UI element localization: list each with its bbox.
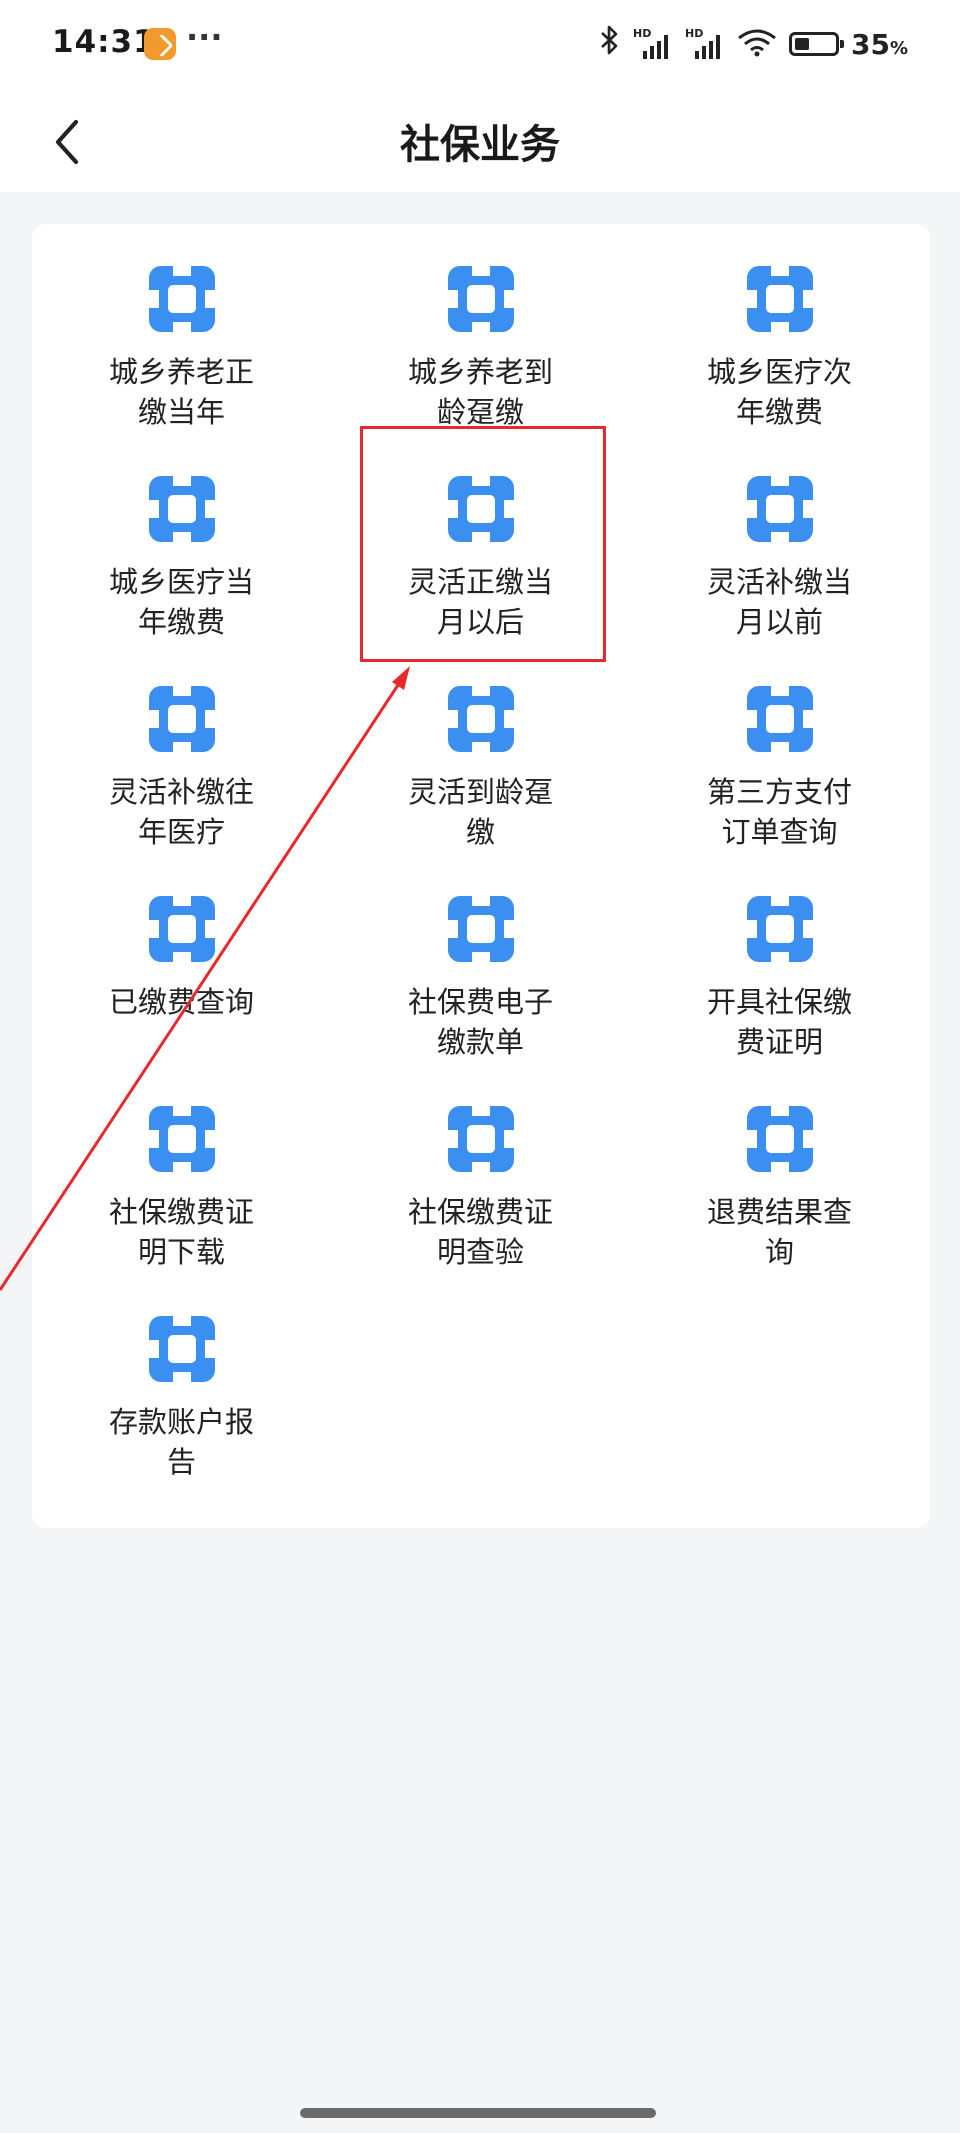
service-item-label: 社保缴费证明下载 xyxy=(108,1195,254,1269)
battery-unit: % xyxy=(889,37,908,59)
service-cross-icon xyxy=(148,884,215,966)
service-cross-icon xyxy=(746,1094,813,1176)
service-cross-icon xyxy=(447,1094,514,1176)
service-item-label: 城乡医疗次年缴费 xyxy=(706,355,852,429)
service-item[interactable]: 社保缴费证明下载 xyxy=(32,1094,331,1304)
service-item[interactable]: 退费结果查询 xyxy=(630,1094,929,1304)
service-cross-icon xyxy=(746,464,813,546)
service-cross-icon xyxy=(447,884,514,966)
service-item-label: 城乡养老到龄趸缴 xyxy=(407,355,553,429)
battery-percent: 35% xyxy=(851,28,908,61)
service-item[interactable]: 城乡医疗次年缴费 xyxy=(630,254,929,464)
service-cross-icon xyxy=(746,674,813,756)
services-card: 城乡养老正缴当年 城乡养老到龄趸缴 城乡医疗次年缴费 城乡医疗当年缴费 灵活正缴当月以后… xyxy=(32,224,930,1528)
service-item-label: 灵活补缴当月以前 xyxy=(706,565,852,639)
service-cross-icon xyxy=(746,884,813,966)
service-cross-icon xyxy=(148,674,215,756)
status-time: 14:31 xyxy=(52,24,156,60)
service-cross-icon xyxy=(148,254,215,336)
more-dots-icon: ··· xyxy=(186,18,223,56)
service-item[interactable]: 灵活补缴当月以前 xyxy=(630,464,929,674)
highlight-box xyxy=(360,426,606,662)
service-item-label: 灵活到龄趸缴 xyxy=(407,775,553,849)
service-item[interactable]: 已缴费查询 xyxy=(32,884,331,1094)
wifi-icon xyxy=(737,27,777,61)
battery-icon xyxy=(788,32,844,56)
service-item-label: 社保缴费证明查验 xyxy=(407,1195,553,1269)
service-cross-icon xyxy=(447,674,514,756)
service-item-label: 灵活补缴往年医疗 xyxy=(108,775,254,849)
service-item[interactable]: 开具社保缴费证明 xyxy=(630,884,929,1094)
service-item[interactable]: 社保缴费证明查验 xyxy=(331,1094,630,1304)
nav-header: 社保业务 xyxy=(0,90,960,192)
service-item[interactable]: 第三方支付订单查询 xyxy=(630,674,929,884)
service-cross-icon xyxy=(148,1094,215,1176)
service-item-label: 城乡养老正缴当年 xyxy=(108,355,254,429)
service-item-label: 退费结果查询 xyxy=(706,1195,852,1269)
service-cross-icon xyxy=(148,1304,215,1386)
service-item-label: 存款账户报告 xyxy=(108,1405,254,1479)
signal-icon: HD xyxy=(685,27,725,59)
service-item[interactable]: 存款账户报告 xyxy=(32,1304,331,1514)
app-icon xyxy=(144,28,176,60)
page-title: 社保业务 xyxy=(400,122,560,168)
service-item[interactable]: 城乡养老正缴当年 xyxy=(32,254,331,464)
status-bar: 14:31 ··· HD HD 35% xyxy=(0,0,960,90)
bluetooth-icon xyxy=(599,24,621,64)
service-item-label: 社保费电子缴款单 xyxy=(407,985,553,1059)
service-item-label: 城乡医疗当年缴费 xyxy=(108,565,254,639)
service-cross-icon xyxy=(447,254,514,336)
service-item-label: 开具社保缴费证明 xyxy=(706,985,852,1059)
service-item-label: 已缴费查询 xyxy=(108,985,254,1019)
service-item[interactable]: 城乡医疗当年缴费 xyxy=(32,464,331,674)
battery-value: 35 xyxy=(850,27,890,61)
signal-icon: HD xyxy=(633,27,673,59)
service-item-label: 第三方支付订单查询 xyxy=(706,775,852,849)
service-item[interactable]: 灵活补缴往年医疗 xyxy=(32,674,331,884)
service-item[interactable]: 社保费电子缴款单 xyxy=(331,884,630,1094)
service-cross-icon xyxy=(148,464,215,546)
home-indicator[interactable] xyxy=(300,2108,656,2118)
service-cross-icon xyxy=(746,254,813,336)
service-item[interactable]: 灵活到龄趸缴 xyxy=(331,674,630,884)
